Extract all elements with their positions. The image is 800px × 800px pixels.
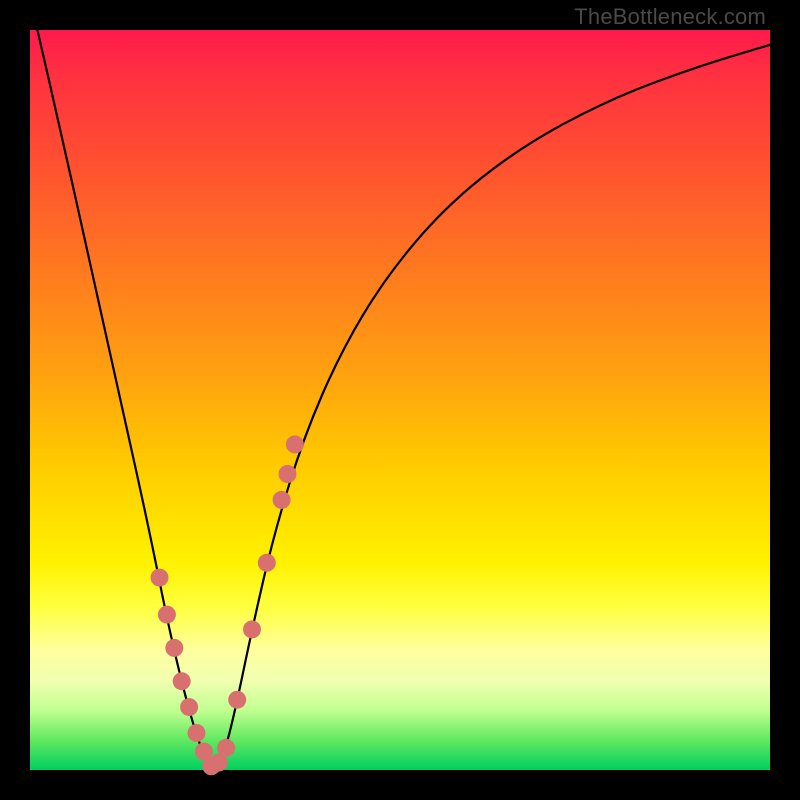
plot-background bbox=[30, 30, 770, 770]
data-point-marker bbox=[188, 724, 206, 742]
data-point-marker bbox=[273, 491, 291, 509]
data-point-marker bbox=[258, 554, 276, 572]
data-point-marker bbox=[151, 569, 169, 587]
data-point-marker bbox=[279, 465, 297, 483]
data-point-marker bbox=[180, 698, 198, 716]
data-point-marker bbox=[217, 739, 235, 757]
data-point-marker bbox=[228, 691, 246, 709]
data-point-marker bbox=[158, 606, 176, 624]
data-point-marker bbox=[243, 620, 261, 638]
data-point-marker bbox=[165, 639, 183, 657]
bottleneck-curve bbox=[37, 30, 770, 766]
curve-layer bbox=[30, 30, 770, 770]
watermark-text: TheBottleneck.com bbox=[574, 4, 766, 30]
data-point-marker bbox=[173, 672, 191, 690]
chart-frame: TheBottleneck.com bbox=[0, 0, 800, 800]
marker-group bbox=[151, 435, 304, 775]
data-point-marker bbox=[286, 435, 304, 453]
